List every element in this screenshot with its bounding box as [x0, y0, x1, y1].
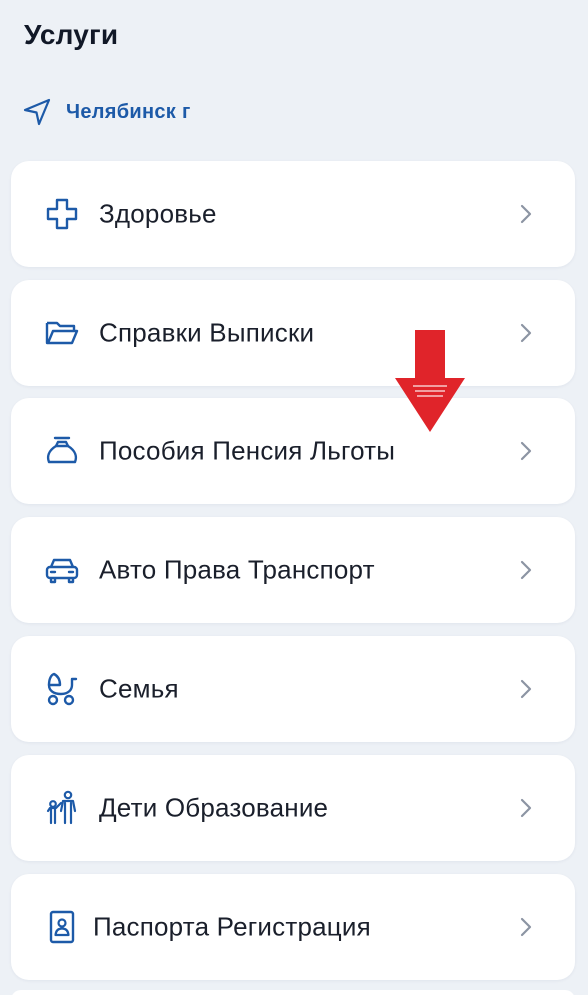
baby-stroller-icon: [43, 670, 81, 708]
service-card-benefits[interactable]: Пособия Пенсия Льготы: [11, 398, 575, 504]
chevron-right-icon: [519, 440, 533, 462]
chevron-right-icon: [519, 559, 533, 581]
next-card-edge: [11, 990, 575, 995]
location-selector[interactable]: Челябинск г: [22, 95, 191, 129]
service-card-transport[interactable]: Авто Права Транспорт: [11, 517, 575, 623]
service-card-label: Пособия Пенсия Льготы: [99, 435, 396, 466]
page-title: Услуги: [24, 19, 119, 50]
chevron-right-icon: [519, 678, 533, 700]
chevron-right-icon: [519, 797, 533, 819]
service-card-label: Здоровье: [99, 198, 217, 229]
chevron-right-icon: [519, 203, 533, 225]
service-card-passports[interactable]: Паспорта Регистрация: [11, 874, 575, 980]
chevron-right-icon: [519, 916, 533, 938]
navigation-arrow-icon: [23, 98, 51, 126]
service-card-label: Дети Образование: [99, 792, 329, 823]
location-city: Челябинск г: [66, 100, 191, 123]
service-card-certificates[interactable]: Справки Выписки: [11, 280, 575, 386]
car-icon: [43, 551, 81, 589]
money-bag-icon: [43, 432, 81, 470]
service-card-label: Авто Права Транспорт: [99, 554, 375, 585]
service-card-label: Семья: [99, 673, 179, 704]
chevron-right-icon: [519, 322, 533, 344]
services-screen: Услуги Челябинск г Здоровье Справки Выпи…: [0, 0, 588, 995]
service-card-health[interactable]: Здоровье: [11, 161, 575, 267]
service-card-education[interactable]: Дети Образование: [11, 755, 575, 861]
parent-child-icon: [43, 789, 81, 827]
service-card-family[interactable]: Семья: [11, 636, 575, 742]
service-card-label: Паспорта Регистрация: [93, 911, 371, 942]
red-down-arrow-icon: [393, 328, 467, 434]
service-card-label: Справки Выписки: [99, 317, 315, 348]
passport-icon: [43, 908, 81, 946]
folder-icon: [43, 314, 81, 352]
medical-cross-icon: [43, 195, 81, 233]
